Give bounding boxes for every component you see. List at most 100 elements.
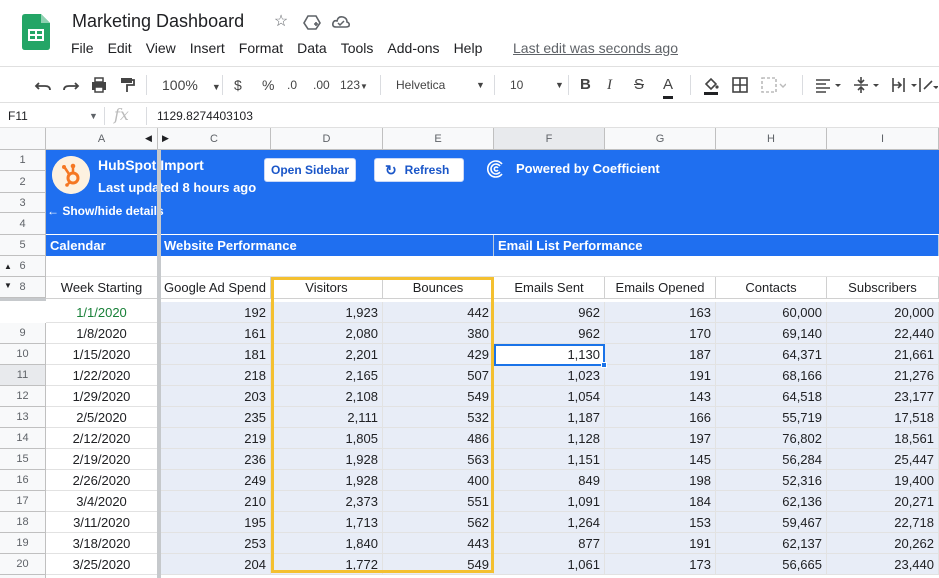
column-header-f[interactable]: F (494, 128, 605, 150)
menu-help[interactable]: Help (447, 38, 490, 58)
menu-edit[interactable]: Edit (101, 38, 139, 58)
name-box[interactable]: F11 (8, 107, 28, 125)
table-cell[interactable]: 21,661 (827, 344, 939, 365)
row-header[interactable]: 4 (0, 213, 46, 235)
menu-file[interactable]: File (64, 38, 101, 58)
table-cell[interactable]: 204 (160, 554, 271, 575)
sheets-logo-icon[interactable] (22, 14, 50, 50)
table-cell[interactable]: 1,054 (494, 386, 605, 407)
menu-addons[interactable]: Add-ons (380, 38, 446, 58)
text-wrap-icon[interactable] (890, 75, 920, 95)
expand-down-icon[interactable]: ▼ (4, 281, 12, 290)
print-icon[interactable] (90, 75, 108, 95)
table-cell[interactable]: 22,440 (827, 323, 939, 344)
row-header[interactable]: 9 (0, 323, 46, 344)
table-cell[interactable]: 1,023 (494, 365, 605, 386)
table-cell[interactable]: 1,187 (494, 407, 605, 428)
table-cell[interactable]: 143 (605, 386, 716, 407)
table-cell[interactable]: 145 (605, 449, 716, 470)
table-cell[interactable]: 2/19/2020 (46, 449, 158, 470)
star-icon[interactable]: ☆ (271, 12, 291, 32)
table-cell[interactable]: 62,136 (716, 491, 827, 512)
column-label[interactable]: Emails Opened (605, 277, 716, 299)
frozen-row-divider[interactable] (0, 298, 46, 301)
table-cell[interactable]: 23,440 (827, 554, 939, 575)
show-hide-details-link[interactable]: ← Show/hide details (47, 204, 164, 218)
column-header-h[interactable]: H (716, 128, 827, 150)
table-cell[interactable]: 153 (605, 512, 716, 533)
table-cell[interactable]: 1/8/2020 (46, 323, 158, 344)
table-cell[interactable]: 3/18/2020 (46, 533, 158, 554)
table-cell[interactable]: 1/1/2020 (46, 302, 158, 323)
table-cell[interactable]: 235 (160, 407, 271, 428)
table-cell[interactable]: 56,665 (716, 554, 827, 575)
redo-icon[interactable] (62, 75, 80, 95)
borders-icon[interactable] (731, 75, 749, 95)
table-cell[interactable]: 849 (494, 470, 605, 491)
table-cell[interactable]: 20,262 (827, 533, 939, 554)
row-header[interactable]: 2 (0, 171, 46, 193)
table-cell[interactable]: 187 (605, 344, 716, 365)
menu-data[interactable]: Data (290, 38, 334, 58)
font-select[interactable]: Helvetica ▼ (396, 75, 485, 95)
table-cell[interactable]: 68,166 (716, 365, 827, 386)
table-cell[interactable]: 52,316 (716, 470, 827, 491)
document-title[interactable]: Marketing Dashboard (72, 11, 244, 32)
table-cell[interactable]: 56,284 (716, 449, 827, 470)
merge-cells-icon[interactable] (760, 75, 786, 95)
table-cell[interactable]: 20,000 (827, 302, 939, 323)
formula-input[interactable]: 1129.8274403103 (157, 107, 253, 125)
currency-button[interactable]: $ (234, 75, 242, 95)
row-header[interactable]: 3 (0, 193, 46, 213)
table-cell[interactable]: 249 (160, 470, 271, 491)
table-cell[interactable]: 181 (160, 344, 271, 365)
table-cell[interactable]: 76,802 (716, 428, 827, 449)
table-cell[interactable]: 20,271 (827, 491, 939, 512)
column-label[interactable]: Google Ad Spend (160, 277, 271, 299)
open-sidebar-button[interactable]: Open Sidebar (264, 158, 356, 182)
row-header[interactable]: 15 (0, 449, 46, 470)
table-cell[interactable]: 1,061 (494, 554, 605, 575)
menu-view[interactable]: View (139, 38, 183, 58)
select-all-corner[interactable] (0, 128, 46, 150)
row-header[interactable]: 19 (0, 533, 46, 554)
column-header-e[interactable]: E (383, 128, 494, 150)
table-cell[interactable]: 236 (160, 449, 271, 470)
increase-decimal-button[interactable]: .00 (313, 75, 330, 95)
table-cell[interactable]: 170 (605, 323, 716, 344)
selected-cell[interactable] (494, 344, 605, 366)
collapse-left-icon[interactable]: ◀ (145, 133, 152, 144)
table-cell[interactable]: 19,400 (827, 470, 939, 491)
frozen-column-divider[interactable] (157, 150, 161, 578)
table-cell[interactable]: 191 (605, 533, 716, 554)
undo-icon[interactable] (34, 75, 52, 95)
text-rotation-icon[interactable] (918, 75, 938, 95)
fill-color-icon[interactable] (702, 75, 720, 95)
more-formats-button[interactable]: 123▼ (340, 75, 368, 95)
expand-right-icon[interactable]: ▶ (162, 133, 169, 144)
table-cell[interactable]: 3/25/2020 (46, 554, 158, 575)
table-cell[interactable]: 21,276 (827, 365, 939, 386)
table-cell[interactable]: 22,718 (827, 512, 939, 533)
paint-format-icon[interactable] (118, 75, 136, 95)
zoom-select[interactable]: 100% ▼ (162, 75, 221, 95)
menu-tools[interactable]: Tools (334, 38, 381, 58)
row-header[interactable]: 1 (0, 150, 46, 171)
refresh-button[interactable]: ↻ Refresh (374, 158, 464, 182)
table-cell[interactable]: 62,137 (716, 533, 827, 554)
chevron-down-icon[interactable]: ▼ (89, 107, 98, 125)
collapse-up-icon[interactable]: ▲ (4, 262, 12, 271)
table-cell[interactable]: 1/15/2020 (46, 344, 158, 365)
table-cell[interactable]: 192 (160, 302, 271, 323)
row-header[interactable]: 13 (0, 407, 46, 428)
column-header-g[interactable]: G (605, 128, 716, 150)
table-cell[interactable]: 203 (160, 386, 271, 407)
table-cell[interactable]: 218 (160, 365, 271, 386)
table-cell[interactable]: 163 (605, 302, 716, 323)
table-cell[interactable]: 3/4/2020 (46, 491, 158, 512)
table-cell[interactable]: 219 (160, 428, 271, 449)
last-edit-link[interactable]: Last edit was seconds ago (513, 38, 678, 58)
italic-button[interactable]: I (607, 75, 612, 95)
table-cell[interactable]: 17,518 (827, 407, 939, 428)
table-cell[interactable]: 1/29/2020 (46, 386, 158, 407)
